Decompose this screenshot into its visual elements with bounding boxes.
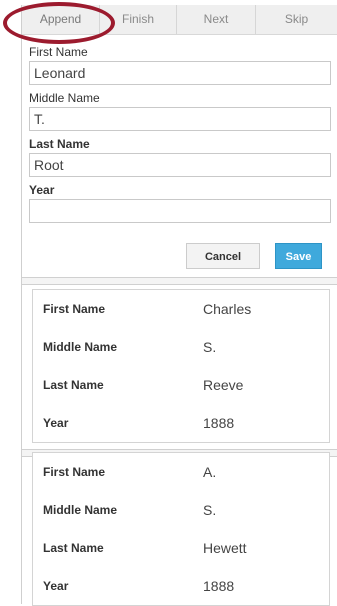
record-field-value: Reeve: [203, 377, 244, 393]
record-field-label: Middle Name: [43, 503, 118, 517]
first-name-label: First Name: [29, 45, 88, 59]
record-row: Middle Name S.: [33, 491, 329, 529]
record-field-value: Charles: [203, 301, 252, 317]
last-name-label: Last Name: [29, 137, 90, 151]
record-field-value: S.: [203, 339, 217, 355]
record-field-label: First Name: [43, 302, 106, 316]
skip-button[interactable]: Skip: [256, 5, 337, 34]
record-row: Last Name Hewett: [33, 529, 329, 567]
record-field-label: First Name: [43, 465, 106, 479]
last-name-input[interactable]: [29, 153, 331, 177]
year-input[interactable]: [29, 199, 331, 223]
save-button[interactable]: Save: [275, 243, 322, 269]
data-entry-panel: Append Finish Next Skip First Name Middl…: [21, 5, 337, 606]
record-card: First Name Charles Middle Name S. Last N…: [32, 289, 330, 443]
year-label: Year: [29, 183, 55, 197]
record-field-value: 1888: [203, 578, 235, 594]
next-button[interactable]: Next: [177, 5, 256, 34]
record-field-label: Year: [43, 579, 69, 593]
middle-name-label: Middle Name: [29, 91, 100, 105]
record-field-value: A.: [203, 464, 217, 480]
record-row: Year 1888: [33, 404, 329, 442]
record-field-label: Last Name: [43, 378, 104, 392]
form-actions: Cancel Save: [186, 243, 322, 269]
toolbar: Append Finish Next Skip: [22, 5, 337, 35]
record-row: Year 1888: [33, 567, 329, 605]
record-field-value: 1888: [203, 415, 235, 431]
middle-name-input[interactable]: [29, 107, 331, 131]
record-field-value: Hewett: [203, 540, 247, 556]
finish-button[interactable]: Finish: [100, 5, 177, 34]
record-field-label: Year: [43, 416, 69, 430]
entry-form: First Name Middle Name Last Name Year: [29, 43, 333, 227]
record-field-label: Middle Name: [43, 340, 118, 354]
first-name-input[interactable]: [29, 61, 331, 85]
section-divider: [22, 277, 337, 285]
append-button[interactable]: Append: [22, 5, 100, 34]
record-row: First Name A.: [33, 453, 329, 491]
record-field-value: S.: [203, 502, 217, 518]
record-row: First Name Charles: [33, 290, 329, 328]
record-row: Last Name Reeve: [33, 366, 329, 404]
record-row: Middle Name S.: [33, 328, 329, 366]
cancel-button[interactable]: Cancel: [186, 243, 260, 269]
record-card: First Name A. Middle Name S. Last Name H…: [32, 452, 330, 606]
record-field-label: Last Name: [43, 541, 104, 555]
